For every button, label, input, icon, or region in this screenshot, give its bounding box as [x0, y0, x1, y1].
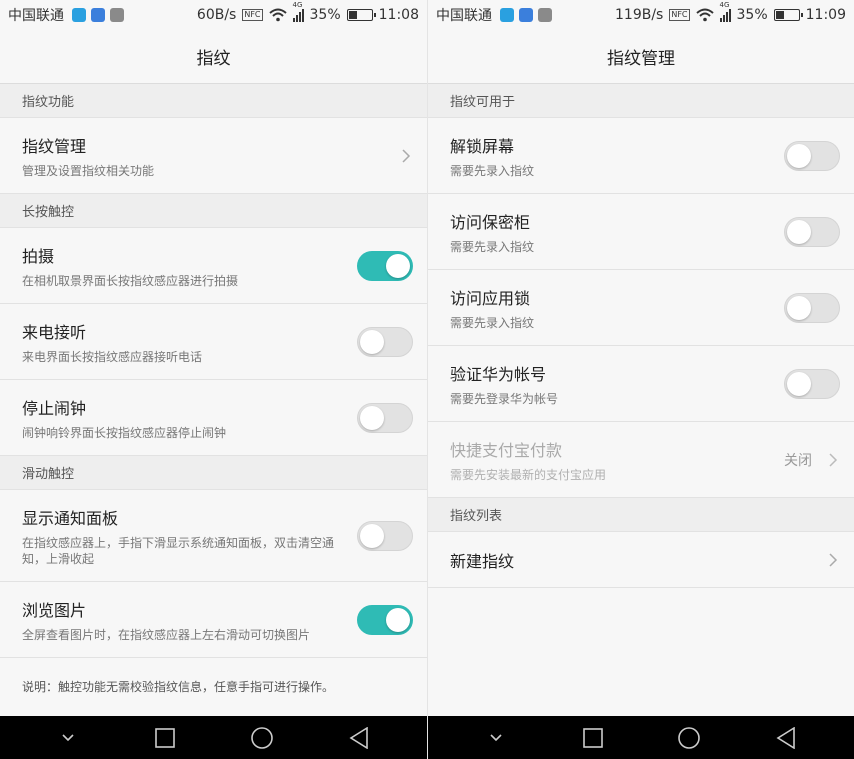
- network-speed: 60B/s: [196, 7, 237, 23]
- fingerprint-management-item[interactable]: 指纹管理 管理及设置指纹相关功能: [0, 118, 427, 194]
- network-type: 4G: [719, 0, 730, 9]
- browse-pictures-item: 浏览图片 全屏查看图片时，在指纹感应器上左右滑动可切换图片: [0, 582, 427, 658]
- chevron-right-icon: [829, 552, 838, 567]
- unlock-screen-toggle[interactable]: [784, 140, 840, 171]
- gallery-icon: [110, 8, 124, 22]
- back-icon[interactable]: [344, 723, 374, 753]
- huawei-account-toggle[interactable]: [784, 368, 840, 399]
- item-title: 验证华为帐号: [450, 364, 547, 384]
- item-subtitle: 需要先安装最新的支付宝应用: [450, 467, 607, 482]
- clock: 11:09: [805, 7, 846, 23]
- note-text: 说明：触控功能无需校验指纹信息，任意手指可进行操作。: [22, 680, 335, 694]
- huawei-account-item: 验证华为帐号 需要先登录华为帐号: [428, 346, 854, 422]
- status-bar: 中国联通 119B/s NFC 4G 35% 11:09: [428, 0, 854, 30]
- recents-icon[interactable]: [578, 723, 608, 753]
- safe-access-toggle[interactable]: [784, 216, 840, 247]
- network-type: 4G: [292, 0, 303, 9]
- network-speed: 119B/s: [615, 7, 664, 23]
- home-icon[interactable]: [674, 723, 704, 753]
- section-header-long-press: 长按触控: [0, 194, 427, 228]
- alipay-status-value: 关闭: [784, 452, 812, 469]
- battery-icon: [346, 9, 376, 21]
- back-down-icon[interactable]: [481, 723, 511, 753]
- section-header-fingerprint-list: 指纹列表: [428, 498, 854, 532]
- shoot-item: 拍摄 在相机取景界面长按指纹感应器进行拍摄: [0, 228, 427, 304]
- fingerprint-management-screen: 中国联通 119B/s NFC 4G 35% 11:09 指纹管理 指纹可用于 …: [427, 0, 854, 759]
- location-icon: [72, 8, 86, 22]
- app-lock-item: 访问应用锁 需要先录入指纹: [428, 270, 854, 346]
- item-subtitle: 管理及设置指纹相关功能: [22, 163, 155, 178]
- nfc-icon: NFC: [242, 9, 263, 21]
- item-title: 显示通知面板: [22, 508, 119, 528]
- chevron-right-icon: [402, 148, 411, 163]
- back-icon[interactable]: [771, 723, 801, 753]
- item-title: 快捷支付宝付款: [450, 440, 563, 460]
- item-subtitle: 需要先录入指纹: [450, 315, 535, 330]
- browse-pictures-toggle[interactable]: [357, 604, 413, 635]
- back-down-icon[interactable]: [53, 723, 83, 753]
- page-title: 指纹: [0, 30, 427, 84]
- nfc-icon: NFC: [669, 9, 690, 21]
- section-header-swipe: 滑动触控: [0, 456, 427, 490]
- health-icon: [91, 8, 105, 22]
- section-header-fingerprint-functions: 指纹功能: [0, 84, 427, 118]
- item-title: 访问应用锁: [450, 288, 531, 308]
- home-icon[interactable]: [247, 723, 277, 753]
- unlock-screen-item: 解锁屏幕 需要先录入指纹: [428, 118, 854, 194]
- wifi-icon: [268, 8, 287, 22]
- item-subtitle: 在相机取景界面长按指纹感应器进行拍摄: [22, 273, 239, 288]
- recents-icon[interactable]: [150, 723, 180, 753]
- item-title: 浏览图片: [22, 600, 87, 620]
- battery-icon: [773, 9, 803, 21]
- item-title: 拍摄: [22, 246, 55, 266]
- item-title: 新建指纹: [450, 551, 515, 571]
- item-title: 停止闹钟: [22, 398, 87, 418]
- location-icon: [500, 8, 514, 22]
- item-title: 指纹管理: [22, 136, 87, 156]
- signal-icon: 4G: [292, 1, 304, 22]
- status-bar: 中国联通 60B/s NFC 4G 35% 11:08: [0, 0, 427, 30]
- item-subtitle: 需要先录入指纹: [450, 239, 535, 254]
- item-subtitle: 来电界面长按指纹感应器接听电话: [22, 349, 203, 364]
- answer-call-toggle[interactable]: [357, 326, 413, 357]
- alipay-quick-pay-item: 快捷支付宝付款 需要先安装最新的支付宝应用 关闭: [428, 422, 854, 498]
- navigation-bar: [428, 716, 854, 759]
- item-title: 来电接听: [22, 322, 87, 342]
- carrier-label: 中国联通: [8, 8, 64, 24]
- section-header-usage: 指纹可用于: [428, 84, 854, 118]
- clock: 11:08: [378, 7, 419, 23]
- wifi-icon: [695, 8, 714, 22]
- answer-call-item: 来电接听 来电界面长按指纹感应器接听电话: [0, 304, 427, 380]
- page-title: 指纹管理: [428, 30, 854, 84]
- notification-panel-item: 显示通知面板 在指纹感应器上，手指下滑显示系统通知面板，双击清空通知，上滑收起: [0, 490, 427, 582]
- chevron-right-icon: [829, 452, 838, 467]
- gallery-icon: [538, 8, 552, 22]
- item-title: 访问保密柜: [450, 212, 531, 232]
- notification-panel-toggle[interactable]: [357, 520, 413, 551]
- item-title: 解锁屏幕: [450, 136, 515, 156]
- item-subtitle: 在指纹感应器上，手指下滑显示系统通知面板，双击清空通知，上滑收起: [22, 535, 335, 566]
- safe-access-item: 访问保密柜 需要先录入指纹: [428, 194, 854, 270]
- stop-alarm-item: 停止闹钟 闹钟响铃界面长按指纹感应器停止闹钟: [0, 380, 427, 456]
- item-subtitle: 闹钟响铃界面长按指纹感应器停止闹钟: [22, 425, 227, 440]
- fingerprint-screen: 中国联通 60B/s NFC 4G 35% 11:08 指纹 指纹功能 指纹管理…: [0, 0, 427, 759]
- battery-percent: 35%: [309, 7, 341, 23]
- new-fingerprint-item[interactable]: 新建指纹: [428, 532, 854, 588]
- navigation-bar: [0, 716, 427, 759]
- shoot-toggle[interactable]: [357, 250, 413, 281]
- item-subtitle: 需要先登录华为帐号: [450, 391, 559, 406]
- app-lock-toggle[interactable]: [784, 292, 840, 323]
- carrier-label: 中国联通: [436, 8, 492, 24]
- item-subtitle: 需要先录入指纹: [450, 163, 535, 178]
- item-subtitle: 全屏查看图片时，在指纹感应器上左右滑动可切换图片: [22, 627, 311, 642]
- signal-icon: 4G: [719, 1, 731, 22]
- health-icon: [519, 8, 533, 22]
- stop-alarm-toggle[interactable]: [357, 402, 413, 433]
- battery-percent: 35%: [736, 7, 768, 23]
